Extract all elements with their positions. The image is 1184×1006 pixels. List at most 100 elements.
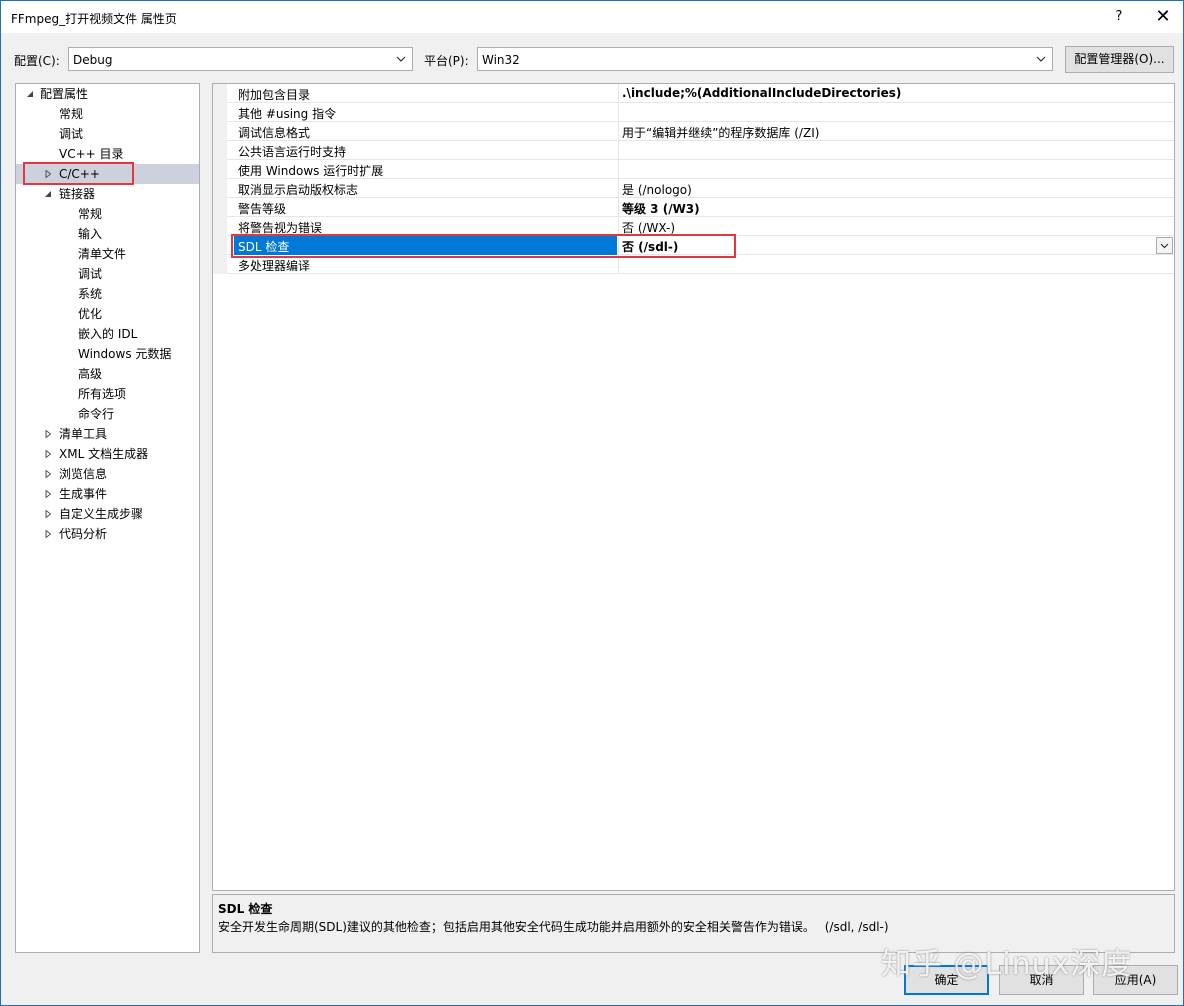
tree-item[interactable]: 优化: [16, 304, 199, 324]
property-value[interactable]: 用于“编辑并继续”的程序数据库 (/ZI): [622, 124, 819, 141]
tree-item[interactable]: 输入: [16, 224, 199, 244]
description-text: 安全开发生命周期(SDL)建议的其他检查；包括启用其他安全代码生成功能并启用额外…: [218, 920, 889, 934]
tree-item[interactable]: 常规: [16, 204, 199, 224]
property-name: 取消显示启动版权标志: [238, 183, 359, 197]
tree-item-label: 清单工具: [59, 427, 108, 441]
platform-label: 平台(P):: [424, 54, 469, 68]
tree-item-label: 系统: [78, 287, 103, 301]
tree-item-label: 嵌入的 IDL: [78, 327, 138, 341]
tree-item-label: 输入: [78, 227, 103, 241]
tree-item-label: 配置属性: [40, 87, 89, 101]
column-divider: [618, 141, 619, 160]
property-name: 多处理器编译: [238, 259, 311, 273]
collapsed-triangle-icon[interactable]: [44, 530, 52, 538]
expanded-triangle-icon[interactable]: [26, 90, 34, 98]
column-divider: [618, 84, 619, 103]
tree-item-label: 常规: [59, 107, 84, 121]
property-name: 调试信息格式: [238, 126, 311, 140]
description-title: SDL 检查: [218, 902, 273, 916]
column-divider: [618, 160, 619, 179]
chevron-down-icon: [1036, 56, 1046, 62]
platform-value: Win32: [482, 53, 520, 67]
tree-item-label: 高级: [78, 367, 103, 381]
tree-item-label: 优化: [78, 307, 103, 321]
property-row[interactable]: 调试信息格式 用于“编辑并继续”的程序数据库 (/ZI): [227, 122, 1174, 141]
property-name: 公共语言运行时支持: [238, 145, 347, 159]
tree-item[interactable]: 自定义生成步骤: [16, 504, 199, 524]
tree-item-label: 生成事件: [59, 487, 108, 501]
chevron-down-icon: [396, 56, 406, 62]
tree-item[interactable]: 浏览信息: [16, 464, 199, 484]
config-label: 配置(C):: [14, 54, 60, 68]
expanded-triangle-icon[interactable]: [44, 190, 52, 198]
tree-item[interactable]: 调试: [16, 264, 199, 284]
tree-item[interactable]: Windows 元数据: [16, 344, 199, 364]
tree-item-label: 常规: [78, 207, 103, 221]
property-name: 警告等级: [238, 202, 287, 216]
config-value: Debug: [73, 53, 113, 67]
property-name: 其他 #using 指令: [238, 107, 337, 121]
tree-item[interactable]: 所有选项: [16, 384, 199, 404]
collapsed-triangle-icon[interactable]: [44, 430, 52, 438]
tree-item-label: 清单文件: [78, 247, 127, 261]
collapsed-triangle-icon[interactable]: [44, 510, 52, 518]
navigation-tree: 配置属性 常规 调试 VC++ 目录 C/C++ 链接器 常规 输入 清单文件 调试 系统 优化 嵌入的…: [15, 83, 200, 953]
close-button[interactable]: ✕: [1151, 5, 1175, 29]
tree-item-label: 命令行: [78, 407, 115, 421]
collapsed-triangle-icon[interactable]: [44, 470, 52, 478]
property-row[interactable]: 其他 #using 指令: [227, 103, 1174, 122]
property-row[interactable]: 公共语言运行时支持: [227, 141, 1174, 160]
column-divider: [618, 103, 619, 122]
property-row[interactable]: 取消显示启动版权标志 是 (/nologo): [227, 179, 1174, 198]
tree-item-label: 自定义生成步骤: [59, 507, 144, 521]
property-value[interactable]: 是 (/nologo): [622, 181, 692, 198]
tree-item[interactable]: 清单文件: [16, 244, 199, 264]
tree-item[interactable]: 清单工具: [16, 424, 199, 444]
tree-item-label: 代码分析: [59, 527, 108, 541]
tree-item[interactable]: XML 文档生成器: [16, 444, 199, 464]
property-grid: 附加包含目录 .\include;%(AdditionalIncludeDirec…: [212, 83, 1175, 891]
tree-item[interactable]: 调试: [16, 124, 199, 144]
collapsed-triangle-icon[interactable]: [44, 490, 52, 498]
property-row[interactable]: 警告等级 等级 3 (/W3): [227, 198, 1174, 217]
watermark: 知乎 @Linux深度: [881, 947, 1133, 982]
tree-item[interactable]: 配置属性: [16, 84, 199, 104]
value-dropdown-button[interactable]: [1156, 237, 1173, 254]
property-row[interactable]: 使用 Windows 运行时扩展: [227, 160, 1174, 179]
config-select[interactable]: Debug: [68, 47, 413, 71]
platform-select[interactable]: Win32: [477, 47, 1053, 71]
column-divider: [618, 179, 619, 198]
tree-item-label: VC++ 目录: [59, 147, 124, 161]
tree-item[interactable]: VC++ 目录: [16, 144, 199, 164]
property-row[interactable]: 附加包含目录 .\include;%(AdditionalIncludeDirec…: [227, 84, 1174, 103]
window-title: FFmpeg_打开视频文件 属性页: [11, 12, 177, 26]
help-button[interactable]: ?: [1109, 7, 1129, 27]
property-name: 附加包含目录: [238, 88, 311, 102]
grid-gutter: [213, 84, 227, 274]
property-value[interactable]: .\include;%(AdditionalIncludeDirectories…: [622, 86, 901, 100]
tree-item-label: Windows 元数据: [78, 347, 172, 361]
tree-item[interactable]: 生成事件: [16, 484, 199, 504]
tree-item[interactable]: 常规: [16, 104, 199, 124]
tree-item[interactable]: 链接器: [16, 184, 199, 204]
title-bar: FFmpeg_打开视频文件 属性页 ? ✕: [1, 1, 1183, 33]
column-divider: [618, 122, 619, 141]
tree-item-label: 所有选项: [78, 387, 127, 401]
config-manager-button[interactable]: 配置管理器(O)...: [1065, 46, 1174, 73]
tree-item-label: 调试: [78, 267, 103, 281]
property-name: 使用 Windows 运行时扩展: [238, 164, 384, 178]
property-pages-dialog: FFmpeg_打开视频文件 属性页 ? ✕ 配置(C): Debug 平台(P)…: [0, 0, 1184, 1006]
tree-item[interactable]: 嵌入的 IDL: [16, 324, 199, 344]
tree-item-label: 链接器: [59, 187, 96, 201]
tree-item[interactable]: 命令行: [16, 404, 199, 424]
highlight-box-cpp: [23, 162, 134, 185]
tree-item[interactable]: 高级: [16, 364, 199, 384]
tree-item-label: 调试: [59, 127, 84, 141]
tree-item[interactable]: 代码分析: [16, 524, 199, 544]
collapsed-triangle-icon[interactable]: [44, 450, 52, 458]
property-value[interactable]: 等级 3 (/W3): [622, 200, 700, 217]
highlight-box-sdl: [231, 234, 736, 258]
tree-item-label: 浏览信息: [59, 467, 108, 481]
tree-item[interactable]: 系统: [16, 284, 199, 304]
chevron-down-icon: [1160, 243, 1169, 249]
